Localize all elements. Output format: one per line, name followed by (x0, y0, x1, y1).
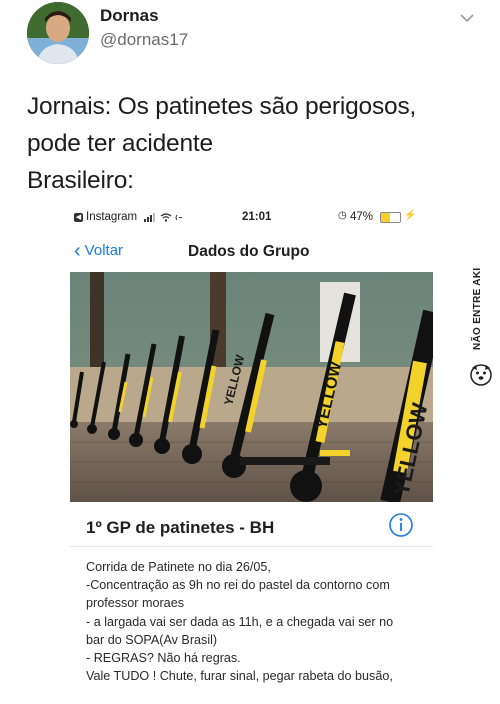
tweet-text-line: Brasileiro: (27, 167, 134, 194)
battery-icon (380, 212, 401, 223)
status-bar: ◀ Instagram 21:01 ◷ 47% ⚡ (70, 206, 433, 228)
divider (70, 546, 433, 547)
dog-logo-icon (468, 362, 494, 388)
chevron-down-icon[interactable] (457, 8, 477, 28)
status-time: 21:01 (242, 211, 272, 223)
chevron-left-icon: ‹ (74, 239, 81, 262)
group-name: 1º GP de patinetes - BH (86, 518, 275, 537)
tweet-card: Dornas @dornas17 Jornais: Os patinetes s… (0, 0, 500, 704)
alarm-icon: ◷ (338, 210, 347, 221)
embedded-screenshot[interactable]: ◀ Instagram 21:01 ◷ 47% ⚡ ‹ Voltar Dados… (70, 206, 433, 684)
description-line: Vale TUDO ! Chute, furar sinal, pegar ra… (86, 669, 393, 684)
description-line: -Concentração as 9h no rei do pastel da … (86, 578, 390, 593)
signal-wifi-icon (144, 212, 190, 226)
display-name[interactable]: Dornas (100, 6, 159, 26)
status-app-label: Instagram (86, 211, 138, 223)
tweet-text-line: pode ter acidente (27, 130, 213, 157)
description-line: professor moraes (86, 596, 184, 611)
description-line: bar do SOPA(Av Brasil) (86, 632, 218, 647)
info-icon[interactable] (387, 511, 415, 539)
back-to-app-icon: ◀ (74, 212, 83, 222)
charging-icon: ⚡ (404, 210, 417, 221)
user-handle[interactable]: @dornas17 (100, 30, 188, 50)
nav-bar: ‹ Voltar Dados do Grupo (70, 228, 433, 270)
nav-title: Dados do Grupo (188, 243, 310, 260)
tweet-text: Jornais: Os patinetes são perigosos, pod… (27, 88, 477, 199)
group-description: Corrida de Patinete no dia 26/05, -Conce… (86, 558, 426, 684)
avatar[interactable] (27, 2, 89, 64)
watermark: NÃO ENTRE AKI (472, 267, 483, 350)
description-line: - REGRAS? Não há regras. (86, 651, 241, 666)
back-label: Voltar (84, 242, 124, 259)
group-photo[interactable]: YELLOW YELLOW YELLOW (70, 272, 433, 502)
back-button[interactable]: ‹ Voltar (74, 239, 124, 262)
status-app: ◀ Instagram (74, 211, 137, 223)
description-line: - a largada vai ser dada as 11h, e a che… (86, 614, 394, 629)
tweet-text-line: Jornais: Os patinetes são perigosos, (27, 93, 417, 120)
battery-percent: 47% (350, 211, 374, 223)
description-line: Corrida de Patinete no dia 26/05, (86, 560, 271, 574)
battery-fill (381, 213, 390, 222)
